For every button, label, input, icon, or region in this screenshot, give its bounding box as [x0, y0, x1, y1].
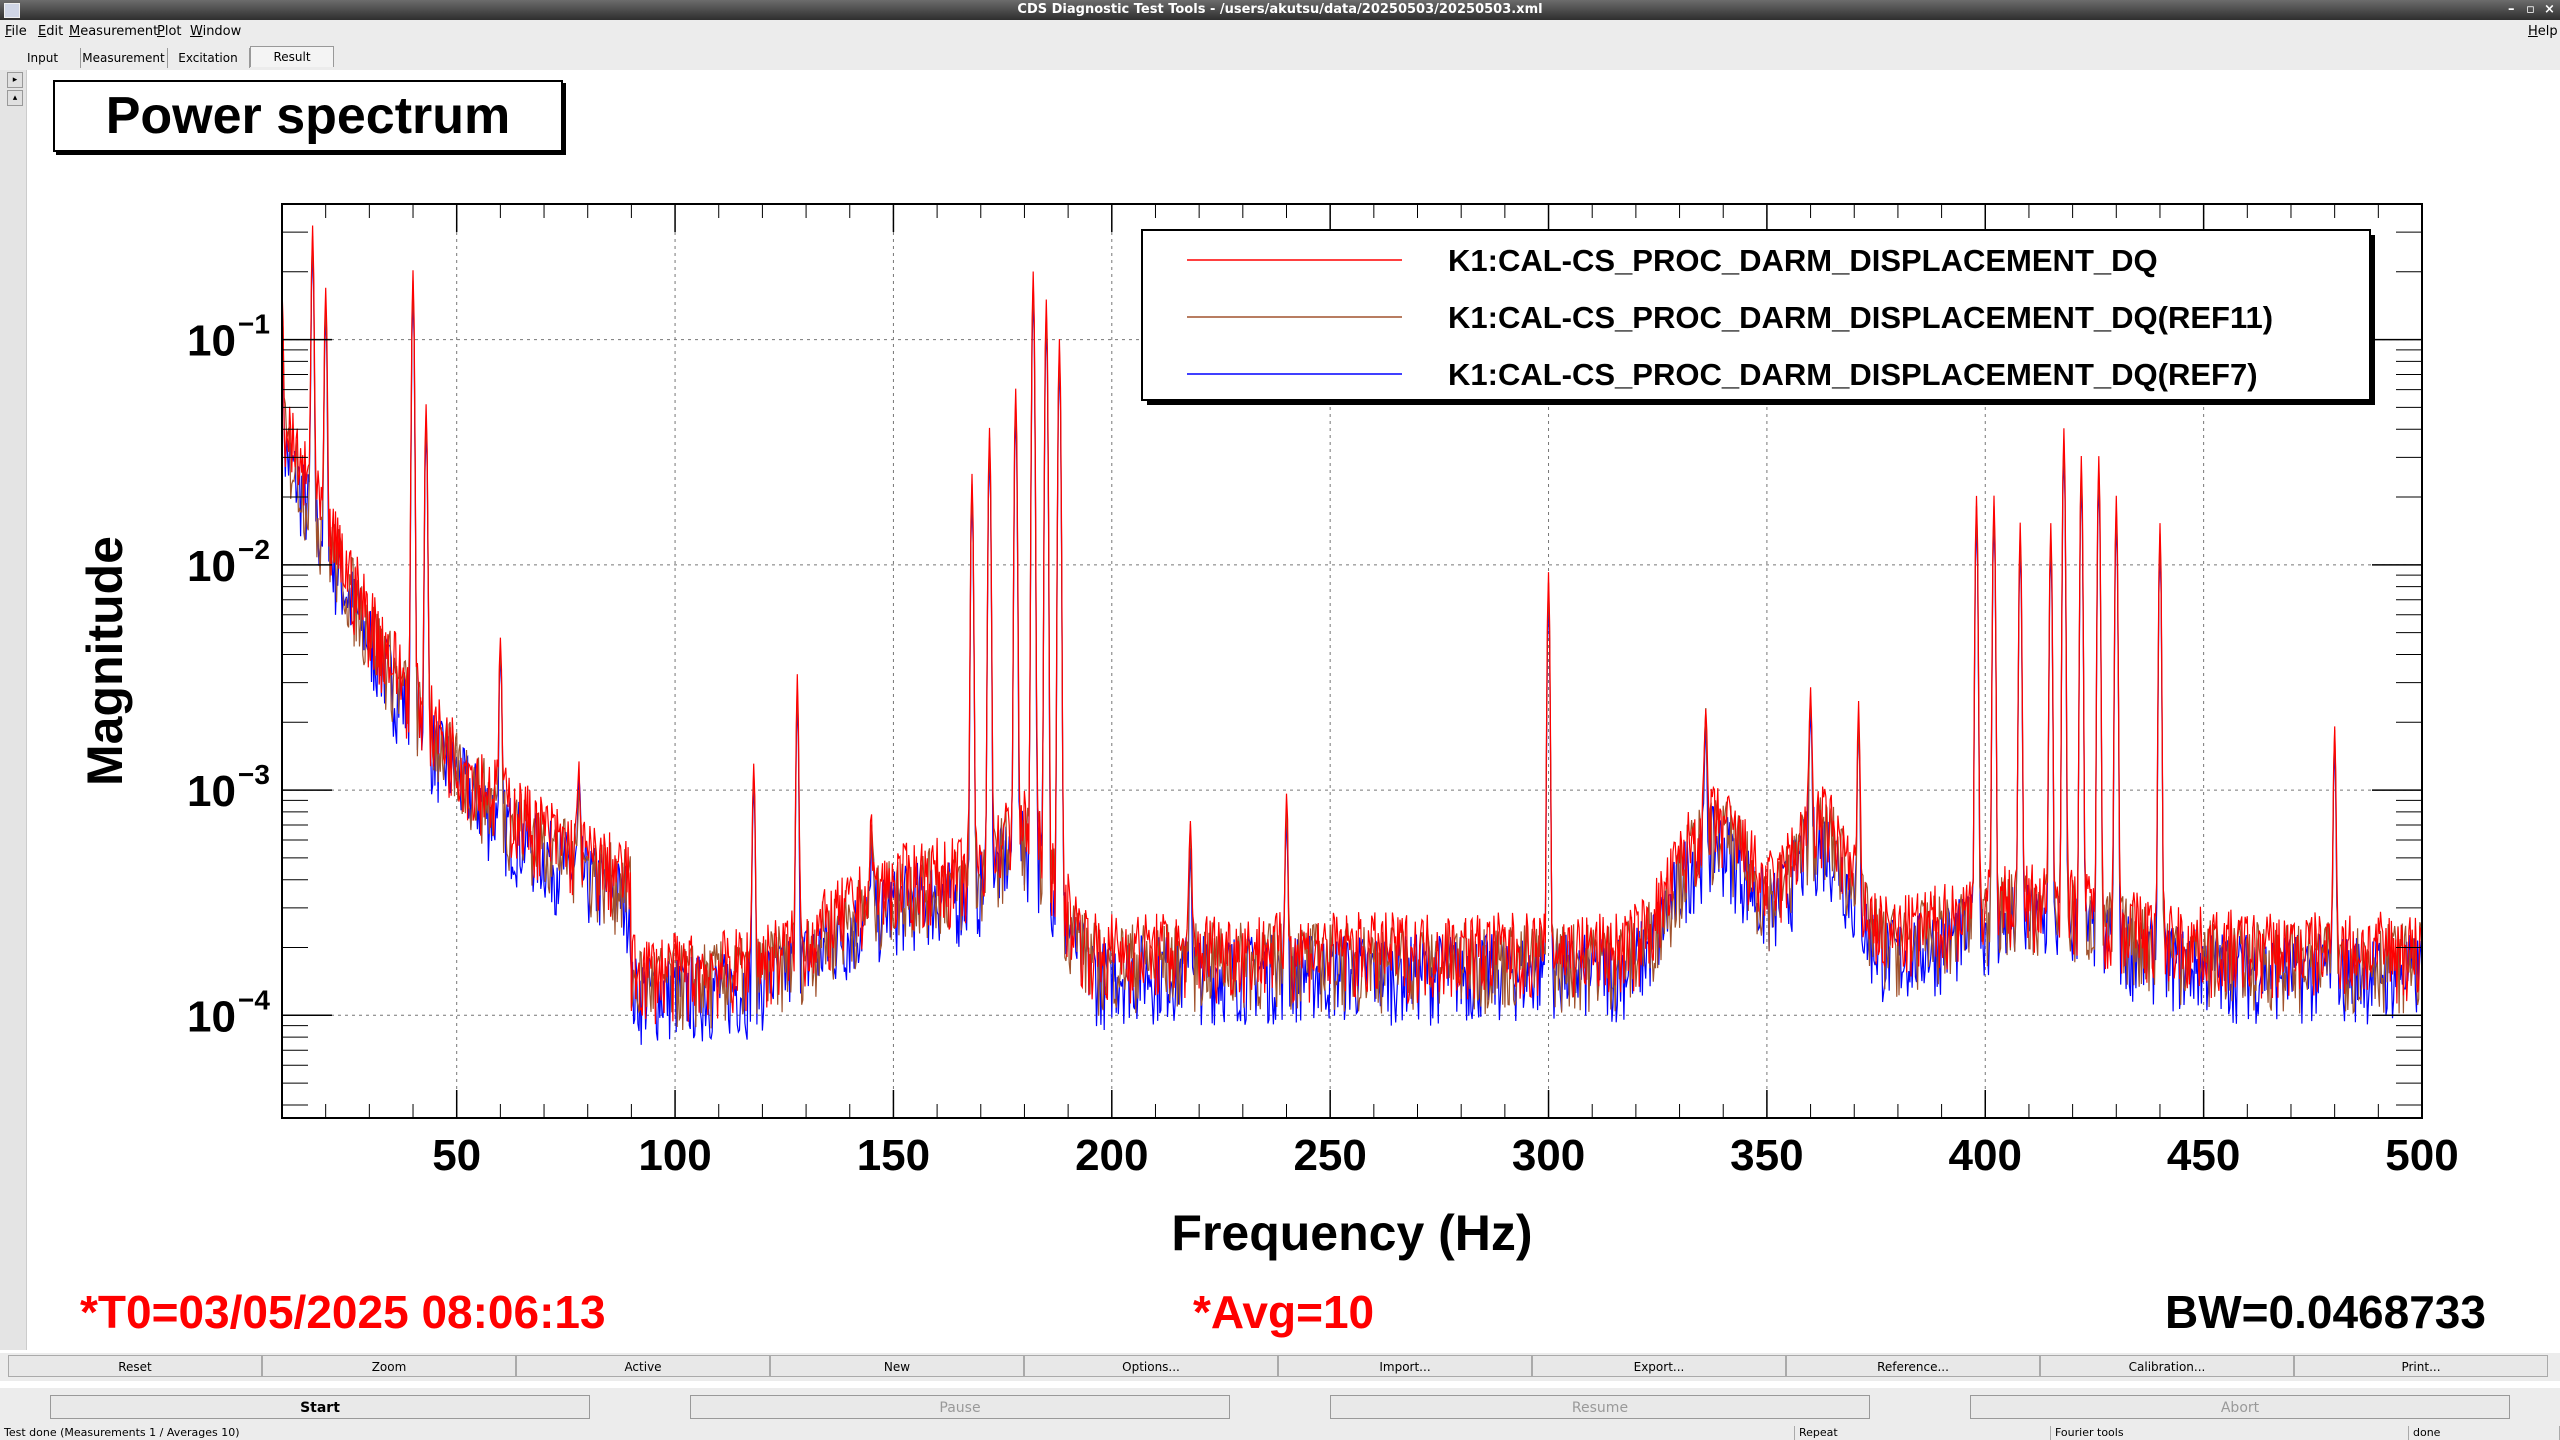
- import-button[interactable]: Import...: [1278, 1355, 1532, 1377]
- x-tick-label: 300: [1512, 1131, 1585, 1180]
- y-tick-label-base: 10: [187, 767, 236, 816]
- x-axis-label: Frequency (Hz): [1171, 1205, 1532, 1261]
- x-tick-label: 150: [857, 1131, 930, 1180]
- resume-button[interactable]: Resume: [1330, 1395, 1870, 1419]
- pause-button[interactable]: Pause: [690, 1395, 1230, 1419]
- x-tick-label: 350: [1730, 1131, 1803, 1180]
- spectrum-plot: 50 100 150 200 250 300 350 400 450 50010 −110 −210−…: [77, 203, 2459, 1261]
- status-state: done: [2409, 1426, 2560, 1440]
- reference-button[interactable]: Reference...: [1786, 1355, 2040, 1377]
- new-button[interactable]: New: [770, 1355, 1024, 1377]
- y-tick-label-base: 10: [187, 317, 236, 366]
- x-tick-label: 400: [1949, 1131, 2022, 1180]
- x-tick-label: 450: [2167, 1131, 2240, 1180]
- status-bar: Test done (Measurements 1 / Averages 10)…: [0, 1426, 2560, 1440]
- y-axis-label: Magnitude: [77, 536, 133, 786]
- y-tick-label-exp: −4: [238, 984, 270, 1015]
- plot-title: Power spectrum: [53, 80, 563, 152]
- status-tool: Fourier tools: [2051, 1426, 2409, 1440]
- x-tick-label: 100: [638, 1131, 711, 1180]
- y-tick-label-exp: −2: [238, 534, 270, 565]
- legend-entry: K1:CAL-CS_PROC_DARM_DISPLACEMENT_DQ(REF1…: [1448, 300, 2273, 335]
- y-tick-label-exp: −1: [238, 309, 270, 340]
- status-message: Test done (Measurements 1 / Averages 10): [0, 1426, 1795, 1440]
- export-button[interactable]: Export...: [1532, 1355, 1786, 1377]
- avg-label: *Avg=10: [1193, 1286, 1375, 1338]
- x-tick-label: 200: [1075, 1131, 1148, 1180]
- t0-label: *T0=03/05/2025 08:06:13: [80, 1286, 606, 1338]
- bandwidth-label: BW=0.0468733: [2165, 1286, 2486, 1338]
- status-repeat: Repeat: [1795, 1426, 2051, 1440]
- y-tick-label-base: 10: [187, 992, 236, 1041]
- legend-entry: K1:CAL-CS_PROC_DARM_DISPLACEMENT_DQ(REF7…: [1448, 357, 2258, 392]
- legend: K1:CAL-CS_PROC_DARM_DISPLACEMENT_DQ K1:CA…: [1141, 229, 2375, 405]
- zoom-button[interactable]: Zoom: [262, 1355, 516, 1377]
- run-controls: Start Pause Resume Abort: [0, 1388, 2560, 1426]
- x-tick-label: 500: [2385, 1131, 2458, 1180]
- x-tick-label: 250: [1293, 1131, 1366, 1180]
- print-button[interactable]: Print...: [2294, 1355, 2548, 1377]
- start-button[interactable]: Start: [50, 1395, 590, 1419]
- legend-entry: K1:CAL-CS_PROC_DARM_DISPLACEMENT_DQ: [1448, 243, 2158, 278]
- y-tick-label-base: 10: [187, 542, 236, 591]
- calibration-button[interactable]: Calibration...: [2040, 1355, 2294, 1377]
- reset-button[interactable]: Reset: [8, 1355, 262, 1377]
- y-tick-label-exp: −3: [238, 759, 270, 790]
- plot-controls: Reset Zoom Active New Options... Import.…: [0, 1353, 2560, 1381]
- options-button[interactable]: Options...: [1024, 1355, 1278, 1377]
- x-tick-label: 50: [432, 1131, 481, 1180]
- abort-button[interactable]: Abort: [1970, 1395, 2510, 1419]
- active-button[interactable]: Active: [516, 1355, 770, 1377]
